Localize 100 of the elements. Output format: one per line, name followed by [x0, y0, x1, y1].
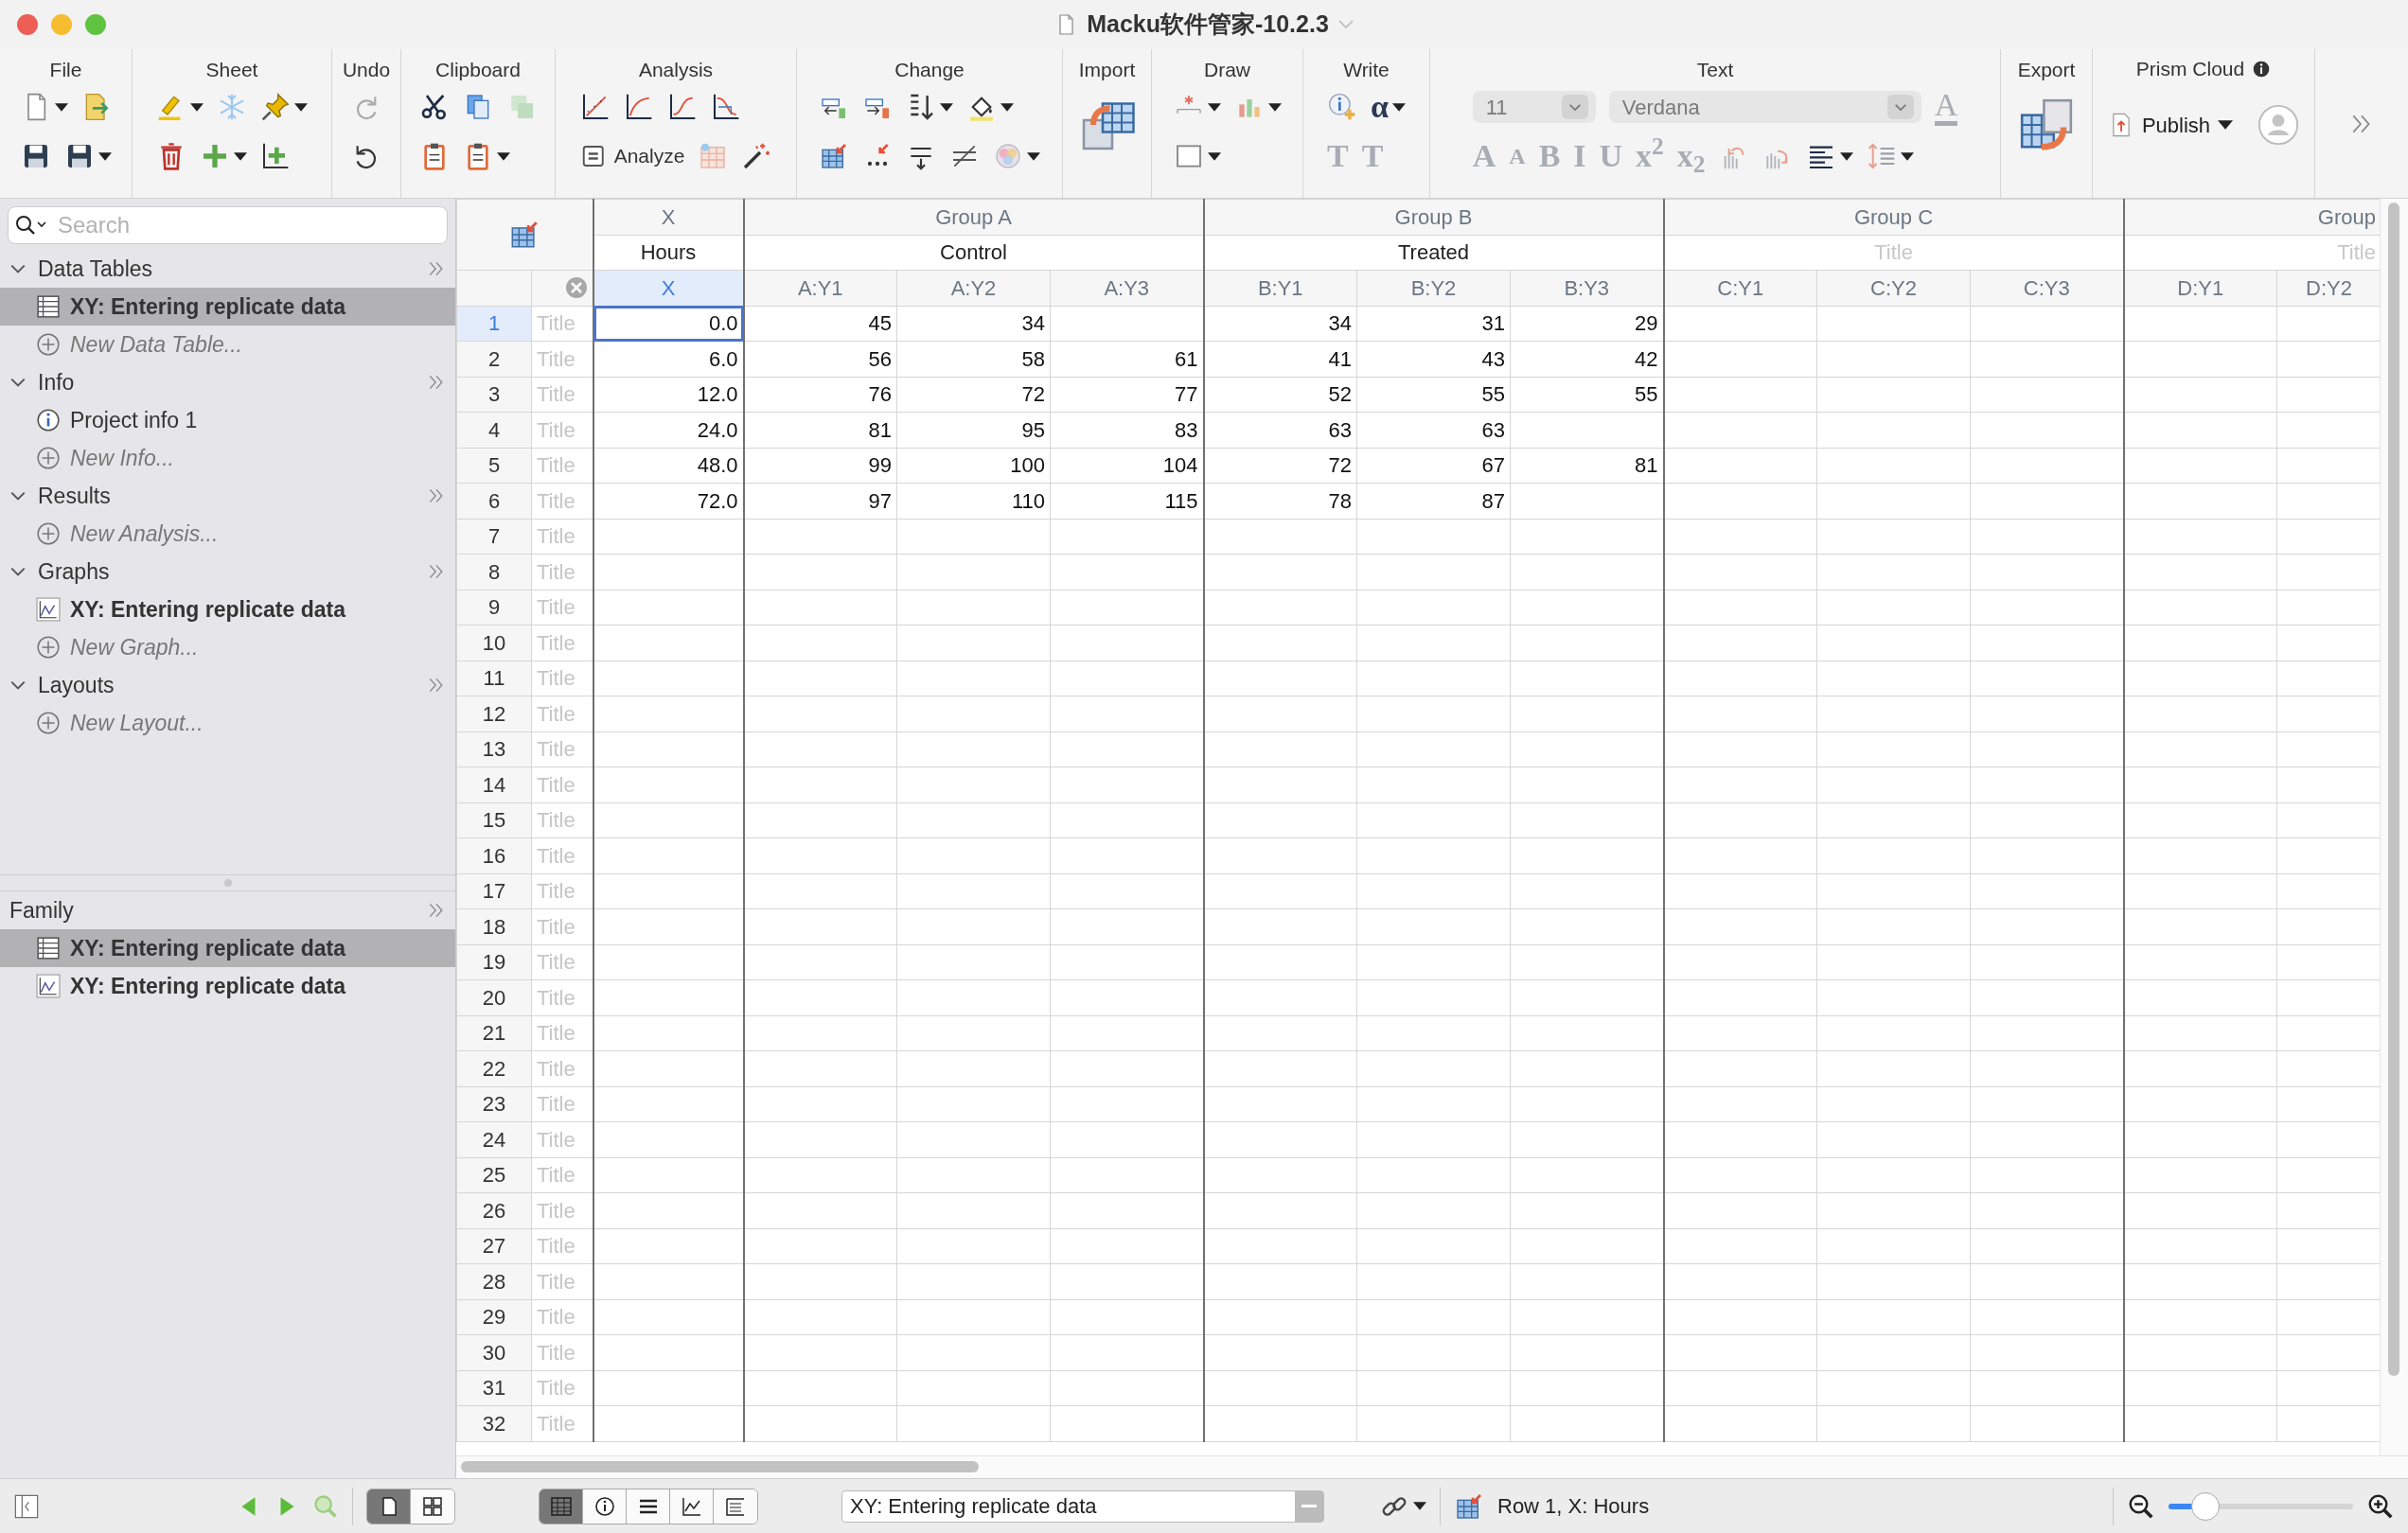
- caret-icon[interactable]: [234, 151, 247, 161]
- zoom-slider-thumb[interactable]: [2191, 1491, 2220, 1521]
- caret-icon[interactable]: [940, 102, 953, 112]
- caret-icon[interactable]: [1207, 151, 1221, 161]
- section-header[interactable]: Layouts: [0, 666, 455, 704]
- row-number[interactable]: 18: [456, 908, 532, 944]
- sidebar-item[interactable]: New Layout...: [0, 704, 455, 742]
- section-header[interactable]: Info: [0, 363, 455, 401]
- row-number[interactable]: 15: [456, 802, 532, 838]
- sidebar-item[interactable]: XY: Entering replicate data: [0, 929, 455, 967]
- publish-button[interactable]: Publish: [2107, 109, 2234, 141]
- column-header: D:Y1: [2123, 270, 2277, 306]
- plus-circle-icon: [36, 446, 61, 470]
- row-number[interactable]: 12: [456, 696, 532, 731]
- view-toggle[interactable]: [627, 1489, 670, 1524]
- row-number[interactable]: 16: [456, 837, 532, 873]
- graph-icon: [36, 597, 61, 622]
- row-number[interactable]: 8: [456, 554, 532, 590]
- search-field[interactable]: Search: [8, 206, 448, 244]
- info-icon[interactable]: [2252, 60, 2272, 79]
- sidebar-item[interactable]: New Info...: [0, 439, 455, 477]
- row-number[interactable]: 13: [456, 731, 532, 767]
- row-number[interactable]: 24: [456, 1121, 532, 1157]
- view-toggle[interactable]: [540, 1489, 583, 1524]
- caret-icon[interactable]: [1267, 102, 1282, 112]
- magic-wand-icon[interactable]: [741, 141, 772, 171]
- sidebar-item[interactable]: New Data Table...: [0, 326, 455, 363]
- row-number[interactable]: 17: [456, 873, 532, 909]
- table-cell: 76: [743, 377, 897, 413]
- insert-table-icon[interactable]: [819, 141, 849, 171]
- caret-icon[interactable]: [1027, 151, 1040, 161]
- caret-icon[interactable]: [1392, 102, 1406, 112]
- sidebar-item[interactable]: XY: Entering replicate data: [0, 590, 455, 628]
- view-toggle[interactable]: [670, 1489, 714, 1524]
- section-header[interactable]: Family: [0, 891, 455, 929]
- pin-icon[interactable]: [260, 92, 291, 122]
- row-number[interactable]: 28: [456, 1263, 532, 1299]
- row-number[interactable]: 21: [456, 1015, 532, 1051]
- row-number[interactable]: 19: [456, 944, 532, 980]
- caret-icon[interactable]: [497, 151, 510, 161]
- row-number[interactable]: 32: [456, 1405, 532, 1441]
- view-toggle[interactable]: [583, 1489, 627, 1524]
- plus-circle-icon: [36, 332, 61, 357]
- sidebar-item[interactable]: XY: Entering replicate data: [0, 288, 455, 326]
- caret-icon[interactable]: [294, 102, 308, 112]
- caret-icon[interactable]: [1900, 151, 1914, 161]
- view-toggle[interactable]: [714, 1489, 757, 1524]
- segmented-control[interactable]: [539, 1488, 758, 1524]
- row-number[interactable]: 4: [456, 412, 532, 448]
- group-label: Clipboard: [435, 59, 521, 80]
- row-number[interactable]: 14: [456, 766, 532, 802]
- sheet-selector[interactable]: XY: Entering replicate data: [841, 1489, 1324, 1523]
- info-plus-icon[interactable]: [1327, 92, 1357, 122]
- sidebar-item[interactable]: New Graph...: [0, 628, 455, 666]
- scrollbar-thumb[interactable]: [2388, 203, 2399, 1376]
- format-button[interactable]: α: [1371, 91, 1389, 123]
- row-number[interactable]: 29: [456, 1299, 532, 1335]
- row-number[interactable]: 30: [456, 1334, 532, 1370]
- section-header[interactable]: Results: [0, 477, 455, 515]
- caret-icon[interactable]: [1413, 1502, 1426, 1510]
- row-number[interactable]: 26: [456, 1192, 532, 1228]
- analyze-button[interactable]: Analyze: [579, 141, 685, 171]
- row-number[interactable]: 3: [456, 377, 532, 413]
- section-header[interactable]: Graphs: [0, 553, 455, 590]
- color-wheel-icon[interactable]: [993, 141, 1023, 171]
- row-number[interactable]: 11: [456, 661, 532, 696]
- column-header[interactable]: X: [593, 270, 744, 306]
- splitter-handle-icon[interactable]: [222, 878, 233, 888]
- row-number[interactable]: 6: [456, 483, 532, 519]
- row-number[interactable]: 7: [456, 519, 532, 555]
- row-number[interactable]: 2: [456, 341, 532, 377]
- sidebar-item[interactable]: XY: Entering replicate data: [0, 967, 455, 1005]
- search-icon[interactable]: [15, 214, 49, 237]
- caret-icon[interactable]: [1207, 102, 1221, 112]
- sidebar-item[interactable]: Project info 1: [0, 401, 455, 439]
- view-toggle[interactable]: [367, 1489, 411, 1524]
- row-number[interactable]: 31: [456, 1370, 532, 1406]
- add-column-icon[interactable]: [260, 141, 291, 171]
- row-number[interactable]: 1: [456, 306, 532, 342]
- row-number[interactable]: 23: [456, 1086, 532, 1122]
- row-number[interactable]: 22: [456, 1050, 532, 1086]
- scrollbar-thumb[interactable]: [461, 1461, 979, 1472]
- caret-icon[interactable]: [54, 102, 68, 112]
- caret-icon[interactable]: [1000, 102, 1014, 112]
- sidebar-item[interactable]: New Analysis...: [0, 515, 455, 553]
- table-cell: 81: [743, 412, 897, 448]
- row-number[interactable]: 27: [456, 1228, 532, 1264]
- view-toggle[interactable]: [411, 1489, 454, 1524]
- row-number[interactable]: 10: [456, 625, 532, 661]
- row-number[interactable]: 25: [456, 1157, 532, 1193]
- caret-icon[interactable]: [1839, 151, 1853, 161]
- close-button[interactable]: [17, 14, 38, 35]
- sidebar-toggle-icon[interactable]: [13, 1492, 40, 1520]
- segmented-control[interactable]: [366, 1488, 455, 1524]
- row-number[interactable]: 9: [456, 590, 532, 626]
- caret-icon[interactable]: [190, 102, 204, 112]
- section-header[interactable]: Data Tables: [0, 250, 455, 288]
- row-number[interactable]: 20: [456, 979, 532, 1015]
- row-number[interactable]: 5: [456, 448, 532, 484]
- caret-icon[interactable]: [97, 151, 112, 161]
